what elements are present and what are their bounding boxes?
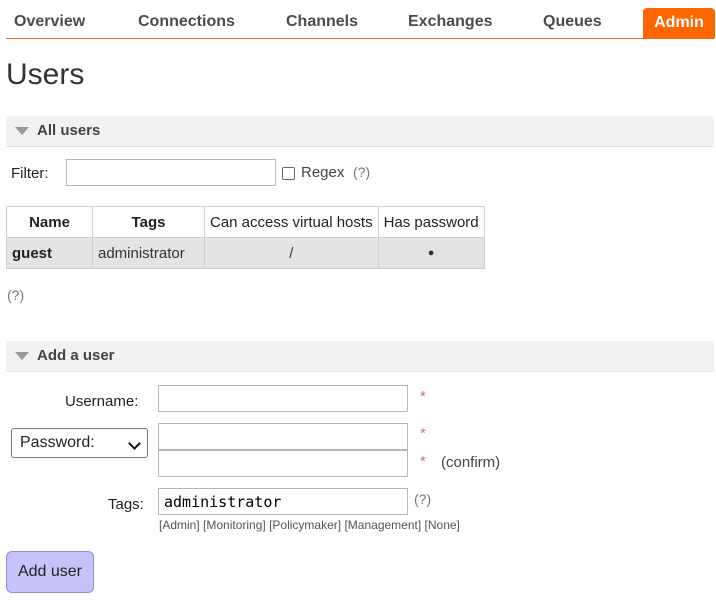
regex-checkbox[interactable]: [282, 167, 295, 180]
tag-none-link[interactable]: None: [428, 518, 457, 532]
add-user-heading: Add a user: [37, 347, 115, 364]
tab-connections[interactable]: Connections: [138, 8, 235, 36]
filter-input[interactable]: [66, 159, 276, 186]
has-password-dot-icon: ●: [377, 237, 485, 269]
table-header-row: Name Tags Can access virtual hosts Has p…: [6, 206, 485, 238]
nav-tabs: Overview Connections Channels Exchanges …: [6, 4, 715, 39]
collapse-triangle-icon: [15, 127, 29, 135]
collapse-triangle-icon: [15, 352, 29, 360]
user-vhosts-cell: /: [204, 237, 379, 269]
password-input[interactable]: [158, 423, 408, 450]
password-confirm-input[interactable]: [158, 450, 408, 477]
username-label: Username:: [65, 393, 139, 410]
table-row[interactable]: guest administrator / ●: [6, 237, 485, 269]
all-users-section-header[interactable]: All users: [6, 116, 714, 147]
confirm-label: (confirm): [441, 454, 501, 471]
tag-monitoring-link[interactable]: Monitoring: [206, 518, 262, 532]
tag-shortcuts: [Admin] [Monitoring] [Policymaker] [Mana…: [159, 518, 460, 532]
tab-queues[interactable]: Queues: [543, 8, 602, 36]
tab-overview[interactable]: Overview: [14, 8, 85, 36]
tags-input[interactable]: [158, 488, 408, 515]
column-header-vhosts: Can access virtual hosts: [204, 206, 379, 238]
required-mark: *: [420, 425, 426, 442]
required-mark: *: [420, 453, 426, 470]
tab-admin[interactable]: Admin: [643, 8, 715, 38]
tags-label: Tags:: [108, 496, 144, 513]
column-header-name: Name: [6, 206, 93, 238]
username-input[interactable]: [158, 385, 408, 412]
users-table: Name Tags Can access virtual hosts Has p…: [6, 206, 485, 269]
add-user-button[interactable]: Add user: [6, 551, 94, 593]
all-users-heading: All users: [37, 122, 101, 139]
user-name-link[interactable]: guest: [6, 237, 93, 269]
regex-help-link[interactable]: (?): [353, 164, 370, 180]
chevron-down-icon: [128, 437, 141, 450]
add-user-section-header[interactable]: Add a user: [6, 341, 714, 372]
page-title: Users: [6, 58, 85, 91]
required-mark: *: [420, 388, 426, 405]
user-tags-cell: administrator: [92, 237, 205, 269]
regex-label: Regex: [301, 164, 345, 181]
password-type-select[interactable]: Password:: [11, 428, 148, 458]
column-header-has-password: Has password: [377, 206, 485, 238]
tag-admin-link[interactable]: Admin: [162, 518, 196, 532]
tag-management-link[interactable]: Management: [348, 518, 418, 532]
tab-channels[interactable]: Channels: [286, 8, 358, 36]
tag-policymaker-link[interactable]: Policymaker: [272, 518, 337, 532]
tab-exchanges[interactable]: Exchanges: [408, 8, 492, 36]
table-help-link[interactable]: (?): [7, 287, 24, 303]
column-header-tags: Tags: [92, 206, 205, 238]
filter-label: Filter:: [11, 165, 49, 182]
password-type-select-value: Password:: [20, 434, 95, 451]
tags-help-link[interactable]: (?): [414, 491, 431, 507]
